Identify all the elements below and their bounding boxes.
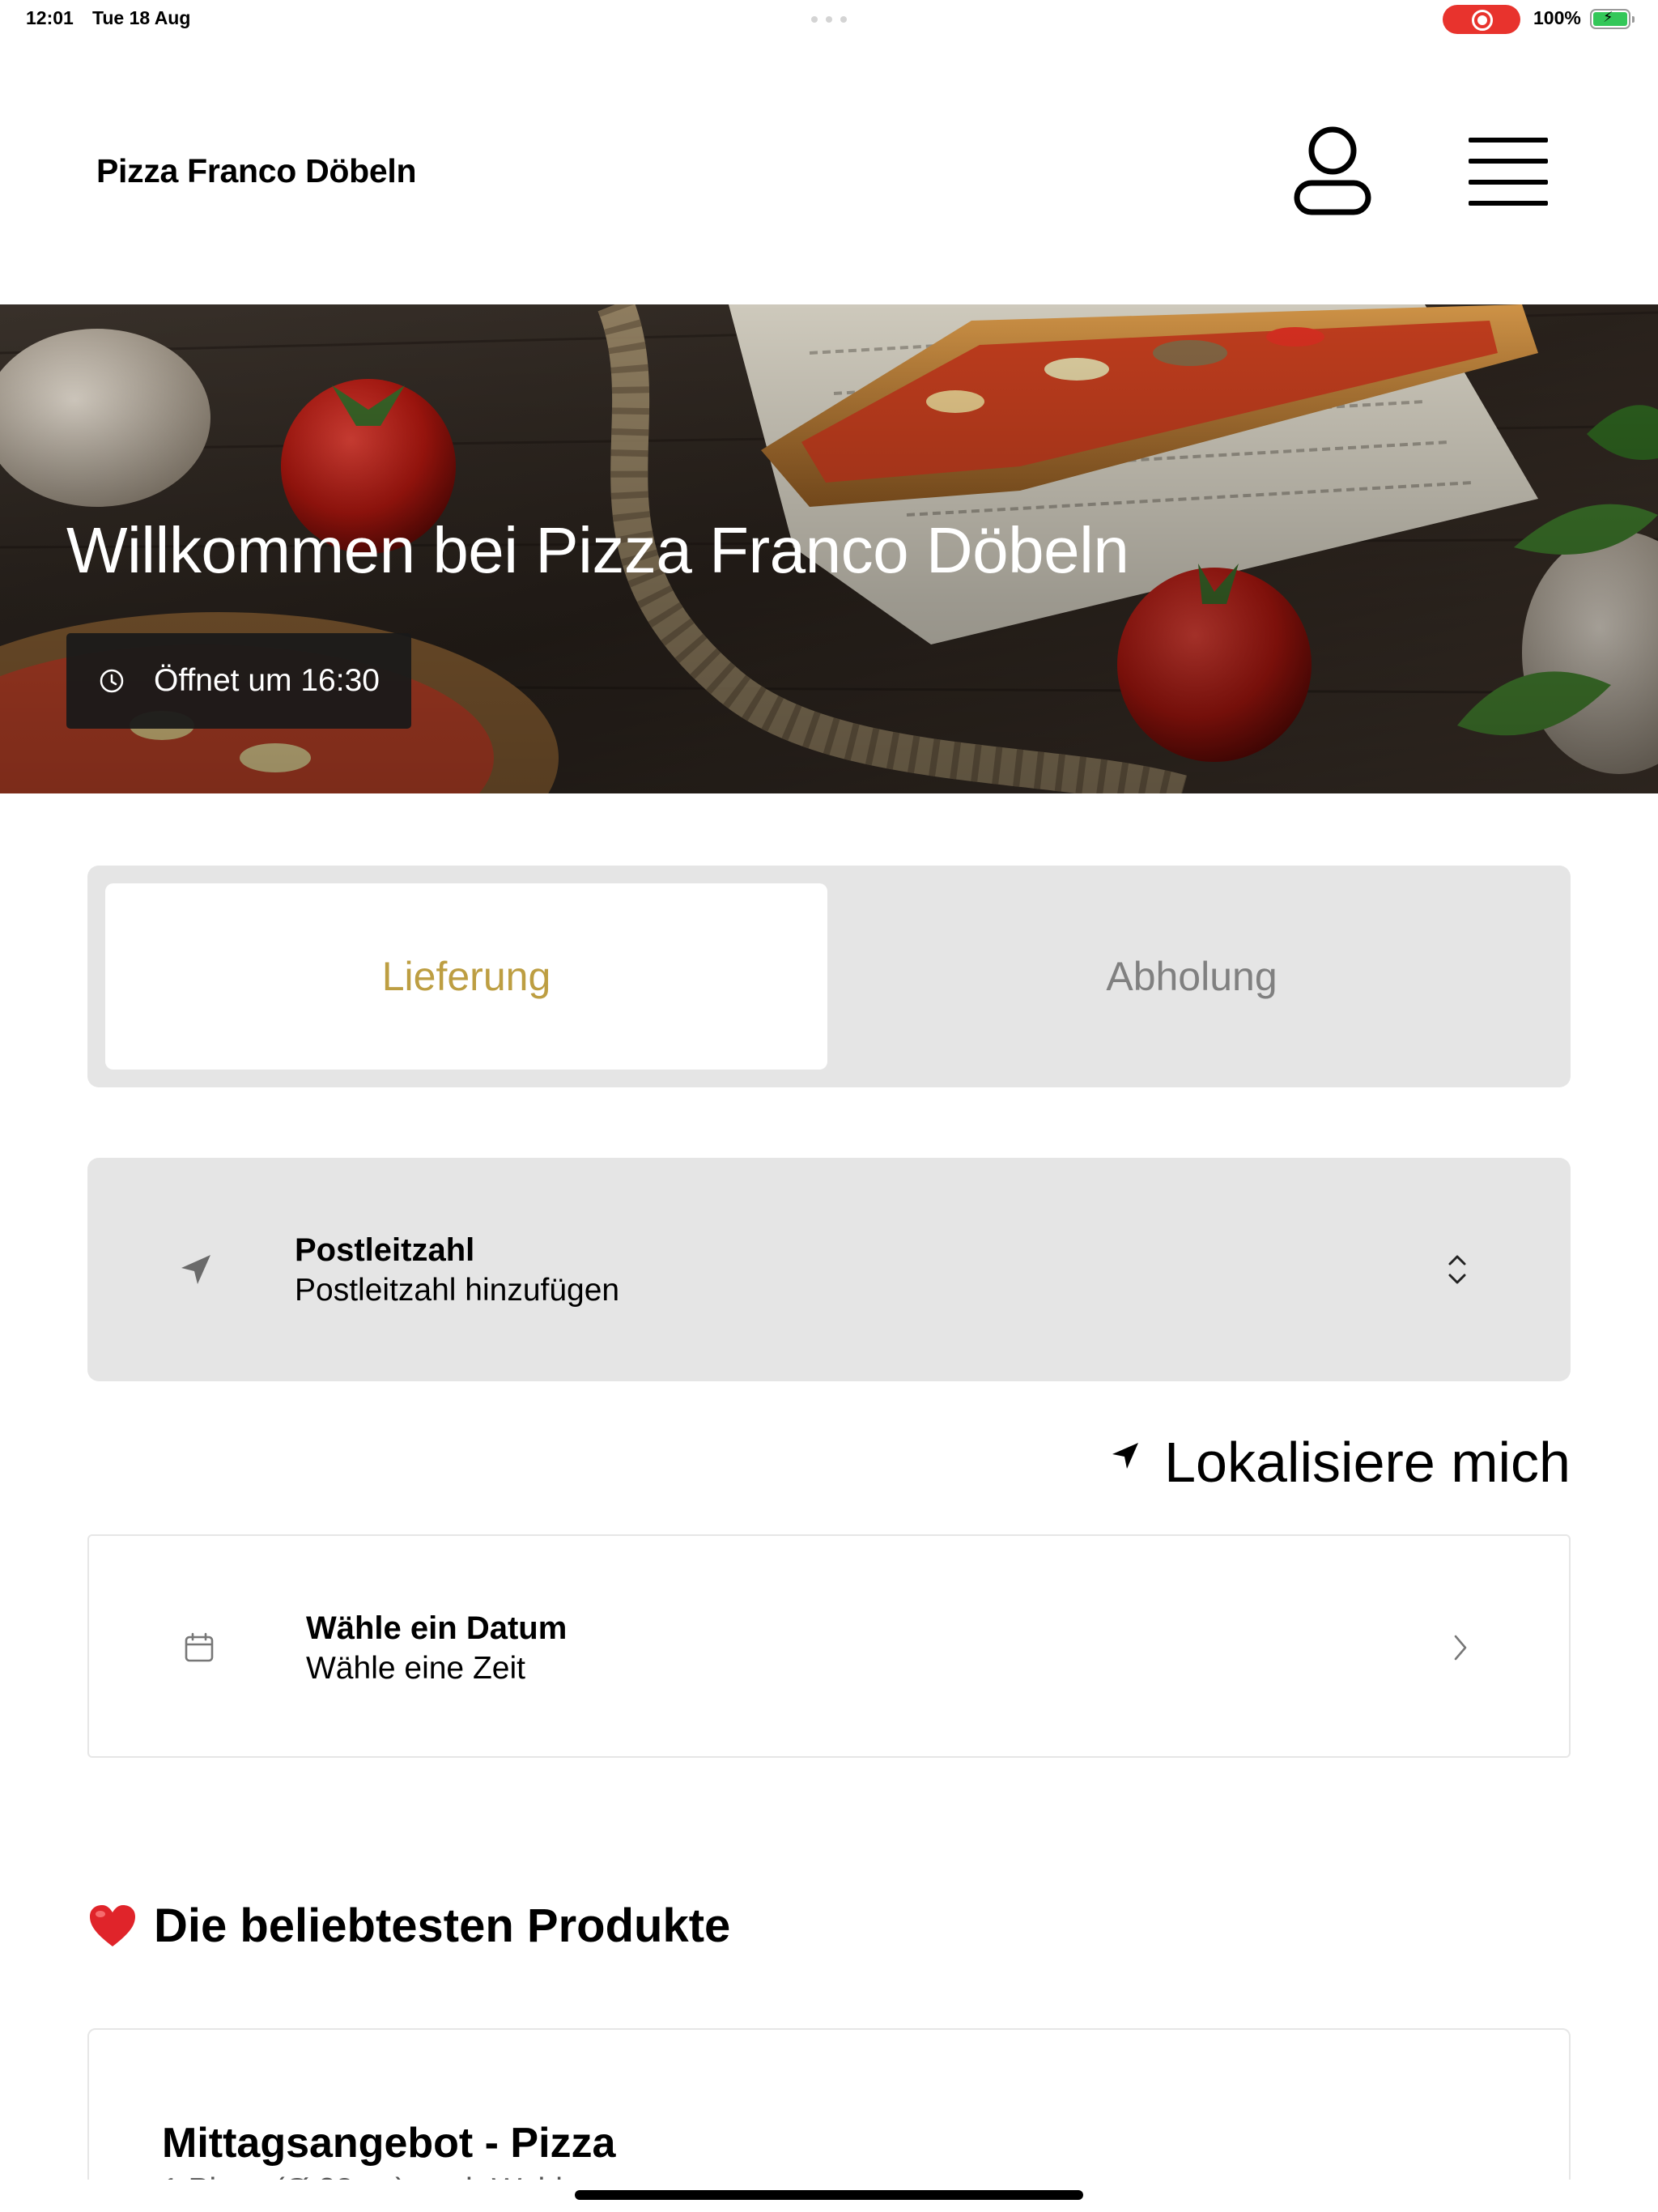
app-title[interactable]: Pizza Franco Döbeln xyxy=(96,152,417,190)
navigation-arrow-icon xyxy=(181,1255,210,1284)
popular-products-title: Die beliebtesten Produkte xyxy=(154,1899,731,1952)
opening-hours-text: Öffnet um 16:30 xyxy=(154,663,380,698)
heart-icon xyxy=(90,1904,135,1946)
status-bar: 12:01 Tue 18 Aug 100% xyxy=(0,0,1658,39)
screen-recording-icon[interactable] xyxy=(1443,5,1520,34)
hamburger-menu-icon[interactable] xyxy=(1465,134,1551,207)
multitasking-dots-icon[interactable] xyxy=(811,16,847,23)
popular-products-heading: Die beliebtesten Produkte xyxy=(87,1899,730,1953)
date-time-selector[interactable]: Wähle ein Datum Wähle eine Zeit xyxy=(87,1534,1571,1758)
tab-delivery[interactable]: Lieferung xyxy=(105,883,827,1070)
time-label: Wähle eine Zeit xyxy=(306,1651,525,1686)
postcode-label: Postleitzahl xyxy=(295,1232,475,1268)
chevron-right-icon xyxy=(1454,1635,1467,1661)
battery-percentage: 100% xyxy=(1533,7,1581,28)
clock-icon xyxy=(100,669,124,693)
locate-me-label: Lokalisiere mich xyxy=(1164,1431,1571,1494)
location-arrow-icon xyxy=(1112,1443,1138,1469)
opening-hours-badge: Öffnet um 16:30 xyxy=(66,633,411,729)
status-time: 12:01 xyxy=(26,7,74,28)
postcode-selector[interactable]: Postleitzahl Postleitzahl hinzufügen xyxy=(87,1158,1571,1381)
locate-me-button[interactable]: Lokalisiere mich xyxy=(1109,1425,1571,1494)
home-indicator[interactable] xyxy=(575,2190,1083,2200)
date-label: Wähle ein Datum xyxy=(306,1610,568,1646)
status-date: Tue 18 Aug xyxy=(92,7,191,28)
battery-icon xyxy=(1590,9,1635,29)
order-mode-tabs: Lieferung Abholung xyxy=(87,866,1571,1087)
user-icon[interactable] xyxy=(1292,126,1373,217)
hero-banner: Willkommen bei Pizza Franco Döbeln Öffne… xyxy=(0,304,1658,793)
hero-title: Willkommen bei Pizza Franco Döbeln xyxy=(66,514,1129,586)
tab-pickup[interactable]: Abholung xyxy=(831,883,1553,1070)
product-name: Mittagsangebot - Pizza xyxy=(162,2120,616,2167)
calendar-icon xyxy=(185,1632,214,1662)
chevron-up-down-icon xyxy=(1448,1255,1466,1284)
postcode-value: Postleitzahl hinzufügen xyxy=(295,1273,620,1308)
